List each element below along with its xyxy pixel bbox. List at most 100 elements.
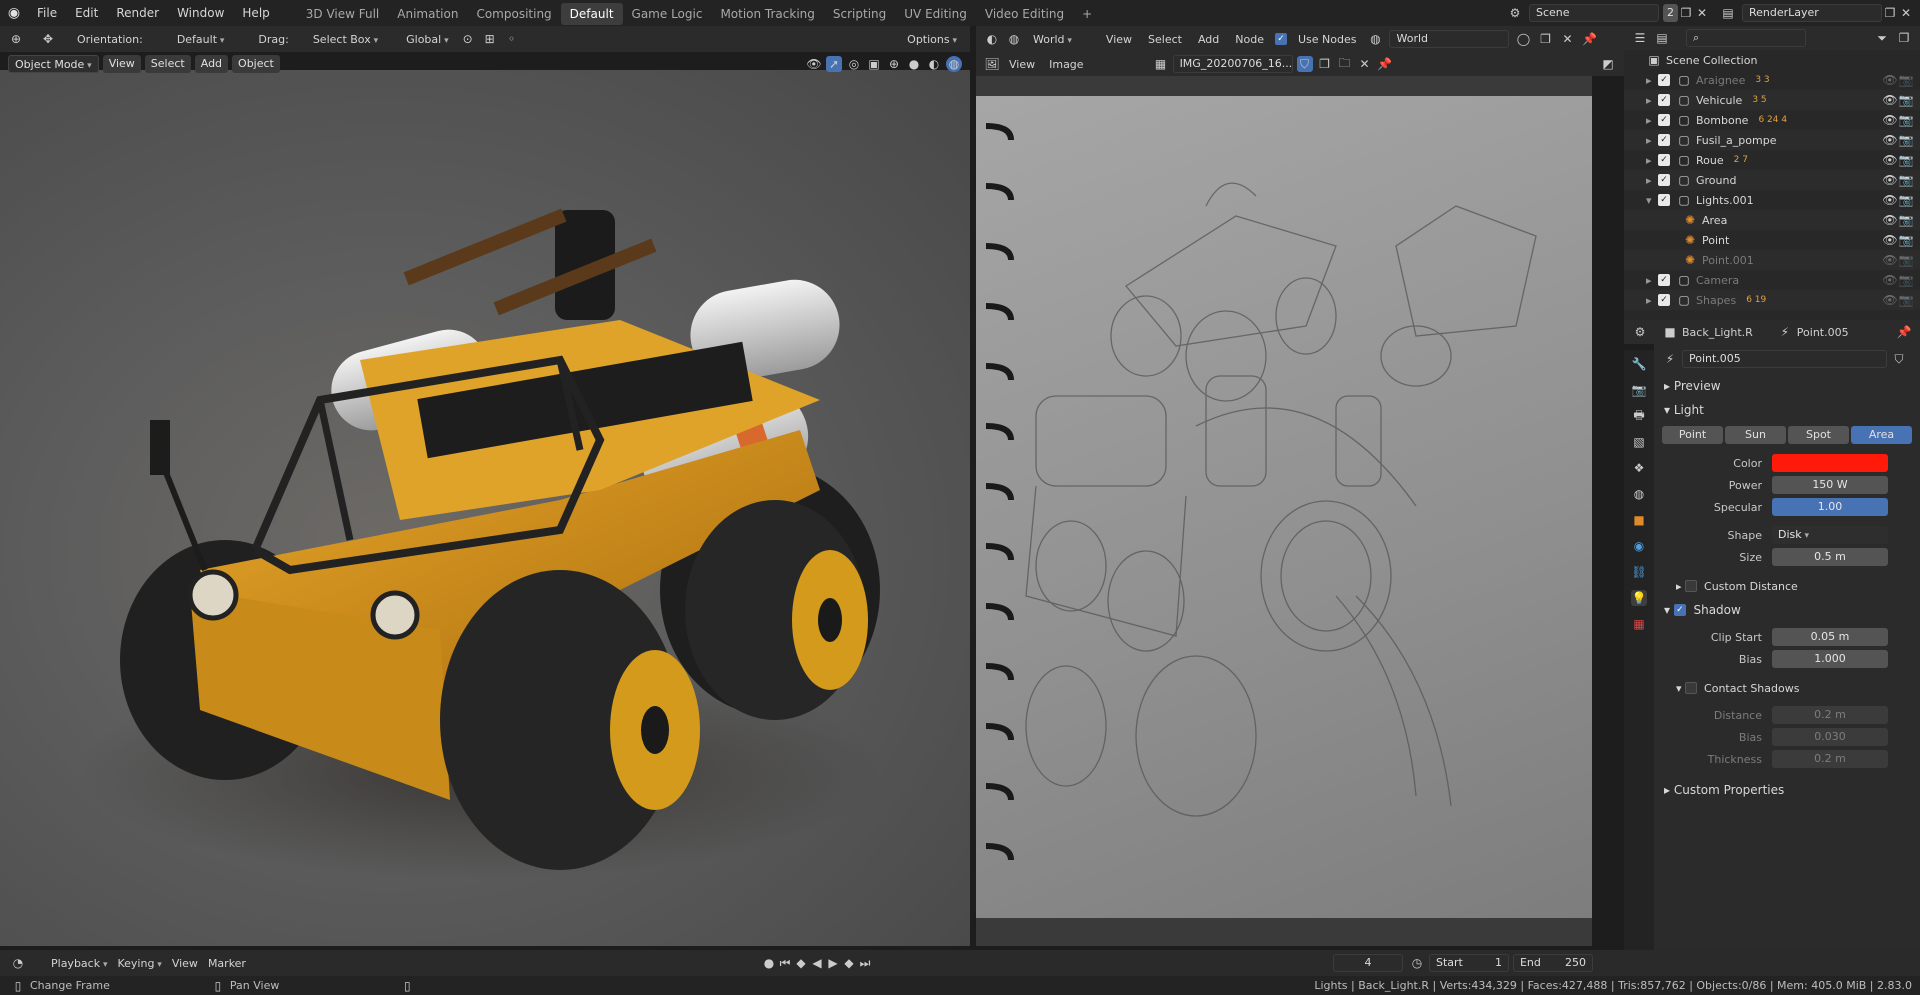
- distance-field[interactable]: 0.2 m: [1772, 706, 1888, 724]
- visibility-eye-icon[interactable]: 👁: [1882, 232, 1898, 248]
- texture-tab-icon[interactable]: ▦: [1631, 616, 1647, 632]
- expand-arrow-icon[interactable]: ▸: [1646, 114, 1658, 127]
- snap-icon[interactable]: ⊞: [482, 31, 498, 47]
- expand-arrow-icon[interactable]: ▸: [1646, 274, 1658, 287]
- filter-icon[interactable]: ⏷: [1874, 30, 1890, 46]
- pin-icon[interactable]: 📌: [1581, 31, 1597, 47]
- blender-logo-icon[interactable]: ◉: [0, 0, 28, 26]
- outliner-item[interactable]: ✺ Point.001 👁 📷: [1624, 250, 1920, 270]
- exclude-checkbox[interactable]: ✓: [1658, 114, 1670, 126]
- thickness-field[interactable]: 0.2 m: [1772, 750, 1888, 768]
- display-channels-icon[interactable]: ◩: [1600, 56, 1616, 72]
- expand-arrow-icon[interactable]: ▸: [1646, 74, 1658, 87]
- contact-shadows-checkbox[interactable]: [1685, 682, 1698, 694]
- world-tab-icon[interactable]: ◍: [1631, 486, 1647, 502]
- light-type-point[interactable]: Point: [1662, 426, 1723, 444]
- scene-collection-row[interactable]: ▣ Scene Collection: [1624, 50, 1920, 70]
- gizmo-icon[interactable]: ➚: [826, 56, 842, 72]
- light-type-spot[interactable]: Spot: [1788, 426, 1849, 444]
- expand-arrow-icon[interactable]: ▸: [1646, 174, 1658, 187]
- keying-menu[interactable]: Keying: [112, 957, 166, 970]
- render-camera-icon[interactable]: 📷: [1898, 232, 1914, 248]
- visibility-eye-icon[interactable]: 👁: [1882, 132, 1898, 148]
- new-layer-icon[interactable]: ❐: [1882, 5, 1898, 21]
- pin-properties-icon[interactable]: 📌: [1896, 324, 1912, 340]
- render-camera-icon[interactable]: 📷: [1898, 212, 1914, 228]
- outliner-item[interactable]: ✺ Area 👁 📷: [1624, 210, 1920, 230]
- preview-section[interactable]: ▸ Preview: [1654, 374, 1920, 398]
- render-camera-icon[interactable]: 📷: [1898, 252, 1914, 268]
- node-node-menu[interactable]: Node: [1230, 33, 1269, 46]
- light-datablock-field[interactable]: Point.005: [1682, 350, 1887, 368]
- jump-end-icon[interactable]: ⏭: [857, 955, 873, 971]
- bias-field[interactable]: 1.000: [1772, 650, 1888, 668]
- outliner-item[interactable]: ▸ ✓ ▢ Araignee 3 3 👁 📷: [1624, 70, 1920, 90]
- image-view-menu[interactable]: View: [1004, 58, 1040, 71]
- fake-user-shield-icon[interactable]: ⛉: [1891, 351, 1907, 367]
- solid-shading-icon[interactable]: ●: [906, 56, 922, 72]
- scene-tab-icon[interactable]: ❖: [1631, 460, 1647, 476]
- object-mode-dropdown[interactable]: Object Mode: [8, 55, 99, 73]
- menu-edit[interactable]: Edit: [66, 0, 107, 26]
- visibility-eye-icon[interactable]: 👁: [1882, 92, 1898, 108]
- scene-name-field[interactable]: Scene: [1529, 4, 1659, 22]
- output-tab-icon[interactable]: 🖶: [1631, 408, 1647, 424]
- expand-arrow-icon[interactable]: ▸: [1646, 134, 1658, 147]
- add-menu[interactable]: Add: [194, 55, 229, 73]
- exclude-checkbox[interactable]: ✓: [1658, 134, 1670, 146]
- shadow-checkbox[interactable]: ✓: [1673, 604, 1686, 616]
- next-keyframe-icon[interactable]: ◆: [841, 955, 857, 971]
- image-editor-type-icon[interactable]: 🖼: [984, 56, 1000, 72]
- clip-start-field[interactable]: 0.05 m: [1772, 628, 1888, 646]
- scene-icon[interactable]: ⚙: [1507, 5, 1523, 21]
- visibility-eye-icon[interactable]: 👁: [1882, 112, 1898, 128]
- exclude-checkbox[interactable]: ✓: [1658, 174, 1670, 186]
- shield-icon[interactable]: ⛉: [1296, 56, 1313, 72]
- color-swatch[interactable]: [1772, 454, 1888, 472]
- expand-arrow-icon[interactable]: ▸: [1646, 294, 1658, 307]
- playback-menu[interactable]: Playback: [46, 957, 112, 970]
- tab-scripting[interactable]: Scripting: [824, 3, 895, 25]
- outliner-item[interactable]: ▸ ✓ ▢ Camera 👁 📷: [1624, 270, 1920, 290]
- visibility-eye-icon[interactable]: 👁: [1882, 252, 1898, 268]
- visibility-eye-icon[interactable]: 👁: [1882, 272, 1898, 288]
- scene-users-count[interactable]: 2: [1663, 4, 1678, 22]
- outliner-item[interactable]: ▸ ✓ ▢ Shapes 6 19 👁 📷: [1624, 290, 1920, 310]
- view-layer-icon[interactable]: ▤: [1720, 5, 1736, 21]
- power-field[interactable]: 150 W: [1772, 476, 1888, 494]
- record-icon[interactable]: ●: [761, 955, 777, 971]
- visibility-eye-icon[interactable]: 👁: [1882, 172, 1898, 188]
- current-frame-field[interactable]: 4: [1332, 954, 1403, 972]
- expand-arrow-icon[interactable]: ▸: [1646, 94, 1658, 107]
- timeline-view-menu[interactable]: View: [167, 957, 203, 970]
- tool-tab-icon[interactable]: 🔧: [1631, 356, 1647, 372]
- outliner-item[interactable]: ✺ Point 👁 📷: [1624, 230, 1920, 250]
- visibility-eye-icon[interactable]: 👁: [1882, 152, 1898, 168]
- play-icon[interactable]: ▶: [825, 955, 841, 971]
- start-frame-field[interactable]: Start 1: [1428, 954, 1509, 972]
- render-camera-icon[interactable]: 📷: [1898, 192, 1914, 208]
- custom-distance-checkbox[interactable]: [1685, 580, 1698, 592]
- editor-type-icon[interactable]: ◐: [984, 31, 1000, 47]
- render-camera-icon[interactable]: 📷: [1898, 172, 1914, 188]
- visibility-eye-icon[interactable]: 👁: [1882, 192, 1898, 208]
- render-camera-icon[interactable]: 📷: [1898, 72, 1914, 88]
- tab-3d-view-full[interactable]: 3D View Full: [297, 3, 389, 25]
- new-collection-icon[interactable]: ❐: [1896, 30, 1912, 46]
- select-menu[interactable]: Select: [144, 55, 191, 73]
- menu-render[interactable]: Render: [107, 0, 168, 26]
- image-image-menu[interactable]: Image: [1044, 58, 1088, 71]
- orientation-dropdown[interactable]: Default: [172, 33, 230, 46]
- light-tab-icon[interactable]: 💡: [1631, 590, 1647, 606]
- new-image-icon[interactable]: ❐: [1317, 56, 1333, 72]
- tab-uv-editing[interactable]: UV Editing: [895, 3, 976, 25]
- end-frame-field[interactable]: End 250: [1512, 954, 1593, 972]
- pin-image-icon[interactable]: 📌: [1377, 56, 1393, 72]
- tab-motion-tracking[interactable]: Motion Tracking: [711, 3, 823, 25]
- light-type-area[interactable]: Area: [1851, 426, 1912, 444]
- drag-dropdown[interactable]: Select Box: [308, 33, 383, 46]
- view-menu[interactable]: View: [102, 55, 141, 73]
- exclude-checkbox[interactable]: ✓: [1658, 154, 1670, 166]
- fake-user-icon[interactable]: ◯: [1515, 31, 1531, 47]
- shape-dropdown[interactable]: Disk: [1772, 526, 1888, 544]
